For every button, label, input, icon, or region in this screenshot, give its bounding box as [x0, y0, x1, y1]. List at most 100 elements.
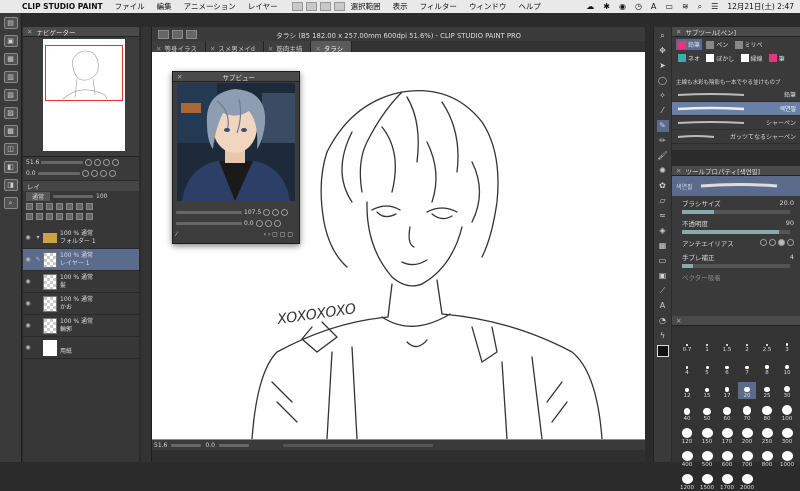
eraser-icon[interactable]: ▱	[657, 195, 669, 207]
brush-size-option[interactable]: 40	[678, 405, 696, 422]
airbrush-icon[interactable]: ✺	[657, 165, 669, 177]
brush-size-option[interactable]: 50	[698, 405, 716, 422]
bluetooth-icon[interactable]: ✱	[603, 2, 610, 11]
brush-size-option[interactable]: 17	[718, 382, 736, 399]
operation-icon[interactable]: ➤	[657, 60, 669, 72]
group-millipen[interactable]: ミリペ	[733, 39, 765, 50]
eyedropper-icon[interactable]: ⁄	[657, 105, 669, 117]
close-icon[interactable]: ✕	[27, 28, 32, 36]
brush-size-option[interactable]: 8	[758, 359, 776, 376]
brush-size-option[interactable]: 100	[778, 405, 796, 422]
info-icon[interactable]: ◧	[3, 161, 18, 173]
layer-row[interactable]: ◉ ▾ 100 % 通常 フォルダー 1	[23, 227, 139, 249]
brush-item-selected[interactable]: 색연필	[672, 102, 800, 116]
lock-transparent-icon[interactable]	[66, 202, 73, 210]
brush-size-option[interactable]: 170	[718, 428, 736, 445]
group-brush[interactable]: 筆	[767, 53, 787, 64]
zoom-slider[interactable]	[41, 161, 84, 164]
ruler-icon[interactable]: ⟋	[657, 285, 669, 297]
zoom-out-icon[interactable]	[272, 209, 280, 216]
lock-icon[interactable]	[56, 202, 63, 210]
layer-row-paper[interactable]: ◉ 用紙	[23, 337, 139, 359]
brush-size-option[interactable]: 800	[758, 451, 776, 468]
horizontal-scrollbar[interactable]	[282, 443, 433, 447]
menu-file[interactable]: ファイル	[115, 1, 145, 12]
brush-size-option[interactable]: 60	[718, 405, 736, 422]
history-icon[interactable]: ▥	[3, 71, 18, 83]
close-icon[interactable]: ✕	[676, 28, 681, 36]
navigator-thumbnail[interactable]	[43, 39, 125, 151]
mask-add-icon[interactable]	[76, 212, 83, 220]
brush-size-option[interactable]: 200	[738, 428, 756, 445]
stabilization-row[interactable]: 手ブレ補正 4	[672, 250, 800, 264]
decoration-icon[interactable]: ✿	[657, 180, 669, 192]
menu-filter[interactable]: フィルター	[420, 1, 457, 12]
tab-document-1[interactable]: ✕ 等身イラス	[152, 41, 206, 53]
item-bank-icon[interactable]: ▩	[3, 125, 18, 137]
brush-preview-row[interactable]: 색연필	[672, 176, 800, 196]
mask-icon[interactable]	[76, 202, 83, 210]
brush-size-slider[interactable]	[682, 210, 790, 214]
visibility-icon[interactable]: ◉	[23, 322, 33, 329]
animation-icon[interactable]: ◫	[3, 143, 18, 155]
rotate-left-icon[interactable]	[81, 170, 89, 177]
group-neo[interactable]: ネオ	[676, 53, 702, 64]
brush-size-option[interactable]: 1000	[778, 451, 796, 468]
balloon-icon[interactable]: ◔	[657, 315, 669, 327]
menu-view[interactable]: 表示	[393, 1, 408, 12]
brush-size-option[interactable]: 70	[738, 405, 756, 422]
clip-icon[interactable]	[26, 202, 33, 210]
brush-size-option[interactable]: 300	[778, 428, 796, 445]
subview-rotate-slider[interactable]	[176, 222, 242, 225]
antialias-options[interactable]	[759, 238, 794, 248]
reference-icon[interactable]	[36, 202, 43, 210]
actual-size-icon[interactable]	[112, 159, 120, 166]
rotate-left-icon[interactable]	[255, 220, 263, 227]
wand-icon[interactable]: ✧	[657, 90, 669, 102]
brush-size-option[interactable]: 12	[678, 382, 696, 399]
input-source-icon[interactable]: A	[651, 2, 656, 11]
brush-size-option[interactable]: 600	[718, 451, 736, 468]
zoom-out-icon[interactable]	[94, 159, 102, 166]
status-zoom-slider[interactable]	[171, 443, 202, 447]
brush-size-option[interactable]: 1200	[678, 474, 696, 491]
frame-icon[interactable]: ▣	[657, 270, 669, 282]
opacity-row[interactable]: 不透明度 90	[672, 216, 800, 230]
brush-size-option[interactable]: 1.5	[718, 336, 736, 353]
figure-icon[interactable]: ▭	[657, 255, 669, 267]
brush-size-option[interactable]: 3	[778, 336, 796, 353]
brush-size-option[interactable]: 2.5	[758, 336, 776, 353]
menu-edit[interactable]: 編集	[157, 1, 172, 12]
brush-size-option[interactable]: 0.7	[678, 336, 696, 353]
pencil-icon[interactable]: ✏	[657, 135, 669, 147]
blend-mode-select[interactable]: 通常	[26, 191, 51, 201]
lasso-icon[interactable]: ◯	[657, 75, 669, 87]
group-pen[interactable]: ペン	[704, 39, 730, 50]
close-icon[interactable]: ✕	[676, 317, 681, 325]
opacity-value[interactable]: 100	[96, 193, 107, 200]
quick-icon[interactable]	[319, 2, 331, 11]
stabilization-slider[interactable]	[682, 264, 790, 268]
fit-icon[interactable]	[281, 209, 289, 216]
new-vector-icon[interactable]	[36, 212, 43, 220]
brush-size-option[interactable]: 15	[698, 382, 716, 399]
layer-property-icon[interactable]: ▤	[3, 17, 18, 29]
main-color-swatch[interactable]	[656, 345, 669, 357]
brush-size-option[interactable]: 80	[758, 405, 776, 422]
action-icon[interactable]: ◨	[3, 179, 18, 191]
ruler-icon[interactable]	[86, 202, 93, 210]
canvas-area[interactable]: XOXOXOXO ✕ サブビュー 107.5 0.0 ⁄ ‹ › ▢ ▢ ▢	[152, 52, 645, 440]
folder-icon[interactable]: ▣	[3, 35, 18, 47]
timeline-icon[interactable]: ▧	[3, 89, 18, 101]
draft-icon[interactable]	[46, 202, 53, 210]
app-menu[interactable]: CLIP STUDIO PAINT	[22, 2, 103, 11]
vector-snap-row[interactable]: ベクター吸着	[672, 270, 800, 284]
fill-icon[interactable]: ◈	[657, 225, 669, 237]
panel-divider[interactable]	[141, 27, 152, 462]
brush-size-option[interactable]: 250	[758, 428, 776, 445]
record-icon[interactable]: ◉	[619, 2, 626, 11]
antialias-row[interactable]: アンチエイリアス	[672, 236, 800, 250]
brush-size-option[interactable]: 400	[678, 451, 696, 468]
rotate-right-icon[interactable]	[264, 220, 272, 227]
battery-icon[interactable]: ▭	[665, 2, 673, 11]
